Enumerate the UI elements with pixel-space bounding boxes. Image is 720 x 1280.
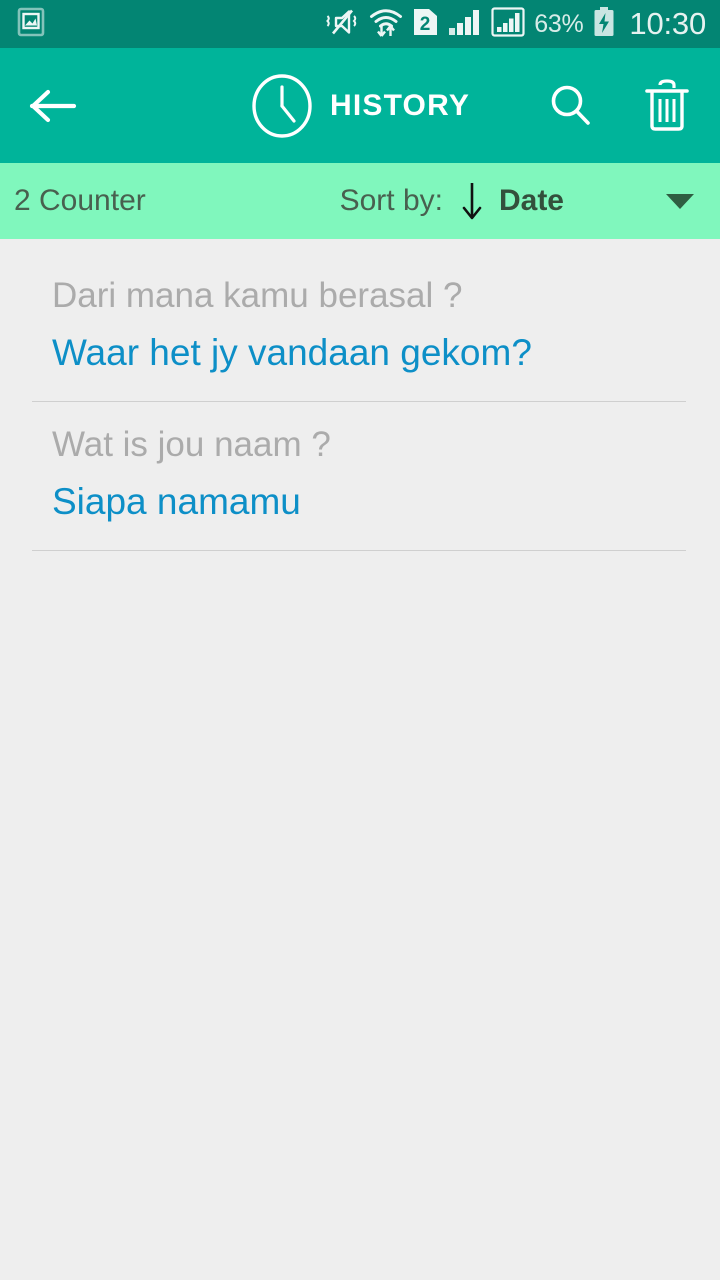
sort-value: Date — [498, 184, 564, 217]
history-translation-text: Waar het jy vandaan gekom? — [52, 331, 532, 373]
back-arrow-icon — [29, 89, 77, 122]
sort-by-label: Sort by: — [339, 184, 443, 217]
status-bar: 2 63% 10:30 — [0, 0, 720, 48]
signal-bars-boxed-icon — [491, 6, 525, 43]
sort-direction-descending-icon[interactable] — [459, 177, 485, 225]
history-screen: 2 63% 10:30 HISTORY 2 Counter Sort by: D… — [0, 0, 720, 1280]
vibrate-mute-icon — [324, 7, 360, 42]
svg-text:2: 2 — [420, 14, 431, 35]
history-clock-icon — [252, 73, 312, 138]
page-title: HISTORY — [329, 88, 471, 122]
history-source-text: Dari mana kamu berasal ? — [52, 276, 463, 315]
history-list[interactable]: Dari mana kamu berasal ? Waar het jy van… — [0, 239, 720, 1280]
sort-dropdown-button[interactable] — [664, 191, 696, 211]
list-item[interactable]: Wat is jou naam ? Siapa namamu — [0, 402, 720, 551]
signal-bars-icon — [448, 6, 482, 43]
gallery-image-icon — [16, 6, 46, 43]
history-counter: 2 Counter — [14, 184, 146, 217]
sim-card-2-icon: 2 — [412, 6, 439, 43]
battery-percentage: 63% — [534, 9, 584, 38]
list-divider — [32, 549, 686, 551]
search-button[interactable] — [542, 77, 600, 135]
chevron-down-icon — [666, 194, 694, 209]
battery-charging-icon — [592, 6, 616, 43]
trash-icon — [645, 78, 689, 131]
status-bar-clock: 10:30 — [629, 6, 706, 41]
delete-all-button[interactable] — [638, 77, 696, 135]
search-icon — [551, 85, 590, 125]
wifi-transfer-icon — [369, 6, 403, 43]
list-item[interactable]: Dari mana kamu berasal ? Waar het jy van… — [0, 253, 720, 402]
sort-selector[interactable]: Sort by: Date — [340, 177, 564, 225]
app-bar-actions — [542, 77, 696, 135]
history-source-text: Wat is jou naam ? — [52, 424, 331, 464]
status-bar-left-icons — [16, 6, 46, 43]
status-bar-right-icons: 2 63% 10:30 — [324, 6, 706, 43]
sort-bar: 2 Counter Sort by: Date — [0, 163, 720, 239]
app-bar: HISTORY — [0, 48, 720, 163]
back-button[interactable] — [22, 75, 84, 137]
history-translation-text: Siapa namamu — [52, 480, 301, 522]
